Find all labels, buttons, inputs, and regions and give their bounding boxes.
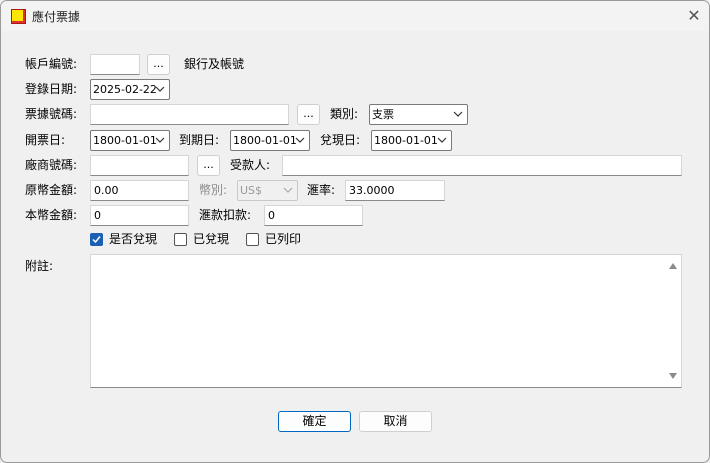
vendor-browse-button[interactable]: ... (197, 155, 220, 176)
bank-account-label: 銀行及帳號 (184, 57, 245, 71)
chevron-down-icon (155, 86, 165, 92)
account-label: 帳戶編號: (25, 57, 78, 71)
category-value: 支票 (372, 108, 394, 121)
window-title: 應付票據 (32, 10, 81, 24)
is-cashed-label: 是否兌現 (109, 232, 158, 246)
local-amount-input[interactable]: 0 (90, 205, 189, 226)
chevron-down-icon (437, 137, 447, 143)
issue-date-picker[interactable]: 1800-01-01 (90, 130, 170, 151)
chevron-down-icon (295, 137, 305, 143)
currency-label: 幣別: (199, 183, 228, 197)
cashed-checkbox[interactable] (174, 233, 187, 246)
category-select[interactable]: 支票 (369, 104, 468, 125)
orig-amount-input[interactable]: 0.00 (90, 180, 189, 201)
scroll-down-icon[interactable] (668, 371, 678, 381)
memo-textarea[interactable] (90, 254, 682, 388)
cash-date-value: 1800-01-01 (374, 134, 438, 147)
vendor-no-label: 廠商號碼: (25, 158, 78, 172)
register-date-label: 登錄日期: (25, 82, 78, 96)
category-label: 類別: (330, 107, 359, 121)
due-date-label: 到期日: (179, 133, 220, 147)
account-browse-button[interactable]: ... (147, 54, 170, 75)
issue-date-label: 開票日: (25, 133, 66, 147)
orig-amount-label: 原幣金額: (25, 183, 78, 197)
cancel-button[interactable]: 取消 (359, 411, 432, 432)
local-amount-label: 本幣金額: (25, 208, 78, 222)
memo-label: 附註: (25, 259, 54, 273)
printed-checkbox[interactable] (246, 233, 259, 246)
ticket-no-input[interactable] (90, 104, 289, 125)
chevron-down-icon (453, 111, 463, 117)
cash-date-label: 兌現日: (320, 133, 361, 147)
register-date-picker[interactable]: 2025-02-22 (90, 79, 170, 100)
currency-value: US$ (240, 184, 263, 197)
is-cashed-checkbox[interactable] (90, 233, 103, 246)
payee-label: 受款人: (230, 158, 271, 172)
cashed-label: 已兌現 (193, 232, 230, 246)
rate-label: 滙率: (307, 183, 336, 197)
scroll-up-icon[interactable] (668, 261, 678, 271)
ticket-browse-button[interactable]: ... (297, 104, 320, 125)
checkmark-icon (92, 236, 101, 244)
app-icon (11, 9, 26, 24)
due-date-picker[interactable]: 1800-01-01 (230, 130, 310, 151)
ok-button[interactable]: 確定 (278, 411, 351, 432)
chevron-down-icon (155, 137, 165, 143)
rate-input[interactable]: 33.0000 (345, 180, 445, 201)
remit-deduct-input[interactable]: 0 (264, 205, 363, 226)
issue-date-value: 1800-01-01 (93, 134, 157, 147)
payee-input[interactable] (282, 155, 682, 176)
title-bar: 應付票據 ✕ (1, 1, 709, 31)
currency-select: US$ (237, 180, 298, 201)
register-date-value: 2025-02-22 (93, 83, 157, 96)
ticket-no-label: 票據號碼: (25, 107, 78, 121)
dialog-window: 應付票據 ✕ 帳戶編號: ... 銀行及帳號 登錄日期: 2025-02-22 … (0, 0, 710, 463)
chevron-down-icon (283, 187, 293, 193)
due-date-value: 1800-01-01 (233, 134, 297, 147)
close-button[interactable]: ✕ (681, 5, 707, 27)
printed-label: 已列印 (265, 232, 302, 246)
vendor-no-input[interactable] (90, 155, 189, 176)
cash-date-picker[interactable]: 1800-01-01 (371, 130, 452, 151)
remit-deduct-label: 滙款扣款: (199, 208, 252, 222)
account-input[interactable] (90, 54, 140, 75)
